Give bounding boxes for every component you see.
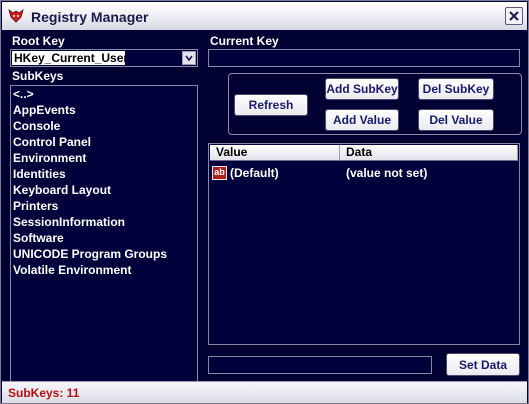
value-name-cell: (Default) — [230, 166, 279, 180]
subkey-item-control-panel[interactable]: Control Panel — [13, 135, 91, 149]
title-bar[interactable]: Registry Manager — [2, 2, 527, 30]
current-key-label: Current Key — [210, 34, 279, 48]
add-subkey-button[interactable]: Add SubKey — [325, 78, 399, 100]
actions-panel: Refresh Add SubKey Del SubKey Add Value … — [228, 73, 522, 135]
subkey-item-parent[interactable]: <..> — [13, 87, 34, 101]
subkey-item-unicode-program-groups[interactable]: UNICODE Program Groups — [13, 247, 167, 261]
column-header-value[interactable]: Value — [210, 145, 340, 161]
subkey-item-sessioninformation[interactable]: SessionInformation — [13, 215, 125, 229]
subkey-item-printers[interactable]: Printers — [13, 199, 58, 213]
refresh-button[interactable]: Refresh — [234, 94, 308, 116]
dropdown-button[interactable] — [182, 51, 196, 65]
current-key-field[interactable] — [208, 49, 520, 67]
window-title: Registry Manager — [31, 9, 149, 25]
subkey-item-keyboard-layout[interactable]: Keyboard Layout — [13, 183, 111, 197]
subkey-item-console[interactable]: Console — [13, 119, 60, 133]
del-subkey-button[interactable]: Del SubKey — [418, 78, 494, 100]
root-key-label: Root Key — [12, 34, 65, 48]
add-value-button[interactable]: Add Value — [325, 109, 399, 131]
close-button[interactable] — [505, 7, 523, 25]
value-data-cell: (value not set) — [346, 166, 428, 180]
subkeys-label: SubKeys — [12, 69, 64, 83]
data-input-field[interactable] — [208, 356, 432, 374]
set-data-button[interactable]: Set Data — [446, 353, 520, 376]
subkey-item-environment[interactable]: Environment — [13, 151, 86, 165]
subkeys-count-status: SubKeys: 11 — [8, 386, 80, 400]
column-header-data[interactable]: Data — [340, 145, 518, 161]
app-logo-icon — [8, 8, 24, 24]
values-list[interactable]: Value Data ab (Default) (value not set) — [208, 143, 520, 345]
subkey-item-software[interactable]: Software — [13, 231, 64, 245]
del-value-button[interactable]: Del Value — [418, 109, 494, 131]
status-bar: SubKeys: 11 — [2, 381, 527, 403]
subkey-item-volatile-environment[interactable]: Volatile Environment — [13, 263, 131, 277]
string-value-icon: ab — [212, 166, 227, 180]
subkey-item-identities[interactable]: Identities — [13, 167, 66, 181]
subkey-item-appevents[interactable]: AppEvents — [13, 103, 76, 117]
root-key-select[interactable]: HKey_Current_User — [10, 49, 198, 67]
registry-manager-window: Registry Manager Root Key HKey_Current_U… — [0, 0, 529, 404]
root-key-selected-value: HKey_Current_User — [12, 51, 125, 65]
subkeys-list[interactable]: <..> AppEvents Console Control Panel Env… — [10, 85, 198, 385]
